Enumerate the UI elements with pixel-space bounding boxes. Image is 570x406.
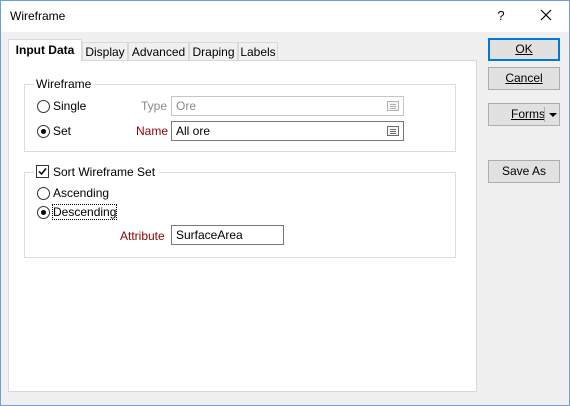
- forms-button[interactable]: Forms: [488, 103, 560, 126]
- ok-button[interactable]: OK: [488, 38, 560, 61]
- attribute-label: Attribute: [120, 229, 165, 243]
- help-button[interactable]: ?: [490, 5, 512, 27]
- name-browse-icon[interactable]: [387, 126, 399, 136]
- save-as-button[interactable]: Save As: [488, 160, 560, 183]
- type-label: Type: [141, 99, 168, 113]
- forms-button-label: Forms: [511, 107, 545, 121]
- name-label: Name: [136, 124, 169, 138]
- set-radio[interactable]: [37, 125, 50, 138]
- close-button[interactable]: [534, 5, 558, 27]
- tab-input-data[interactable]: Input Data: [8, 39, 82, 61]
- close-icon: [540, 9, 552, 21]
- set-label[interactable]: Set: [53, 124, 71, 138]
- save-as-button-label: Save As: [501, 164, 547, 178]
- ascending-radio[interactable]: [37, 187, 50, 200]
- attribute-field[interactable]: SurfaceArea: [171, 225, 284, 245]
- window-title: Wireframe: [10, 9, 66, 23]
- sort-wireframe-set-checkbox[interactable]: [36, 165, 49, 178]
- sort-wireframe-set-label[interactable]: Sort Wireframe Set: [53, 165, 155, 179]
- dialog-window: Wireframe ? Input Data Display Advanced …: [0, 0, 570, 406]
- chevron-down-icon[interactable]: [549, 113, 557, 117]
- descending-label[interactable]: Descending: [51, 204, 118, 220]
- checkmark-icon: [38, 168, 47, 176]
- title-bar: Wireframe ?: [1, 1, 569, 32]
- single-label[interactable]: Single: [53, 99, 86, 113]
- wireframe-group-legend: Wireframe: [34, 77, 94, 91]
- ascending-label[interactable]: Ascending: [53, 186, 109, 200]
- descending-radio[interactable]: [37, 206, 50, 219]
- tab-advanced[interactable]: Advanced: [128, 42, 189, 60]
- tab-display[interactable]: Display: [82, 42, 128, 60]
- name-value: All ore: [176, 124, 211, 138]
- type-field: Ore: [171, 96, 404, 116]
- cancel-button[interactable]: Cancel: [488, 67, 560, 90]
- tab-draping[interactable]: Draping: [189, 42, 238, 60]
- cancel-button-label: Cancel: [505, 71, 543, 85]
- attribute-value: SurfaceArea: [176, 228, 243, 242]
- type-value: Ore: [176, 99, 197, 113]
- sort-group-legend: Sort Wireframe Set: [34, 165, 160, 179]
- sort-wireframe-set-group: Sort Wireframe Set Ascending Descending …: [24, 165, 456, 258]
- type-browse-icon: [387, 101, 399, 111]
- tab-labels[interactable]: Labels: [238, 42, 278, 60]
- single-radio[interactable]: [37, 100, 50, 113]
- forms-split-divider: [544, 107, 545, 122]
- ok-button-label: OK: [515, 42, 533, 56]
- name-field[interactable]: All ore: [171, 121, 404, 141]
- wireframe-group: Wireframe Single Type Ore Set Name All o…: [24, 77, 456, 152]
- input-data-panel: Wireframe Single Type Ore Set Name All o…: [8, 60, 477, 392]
